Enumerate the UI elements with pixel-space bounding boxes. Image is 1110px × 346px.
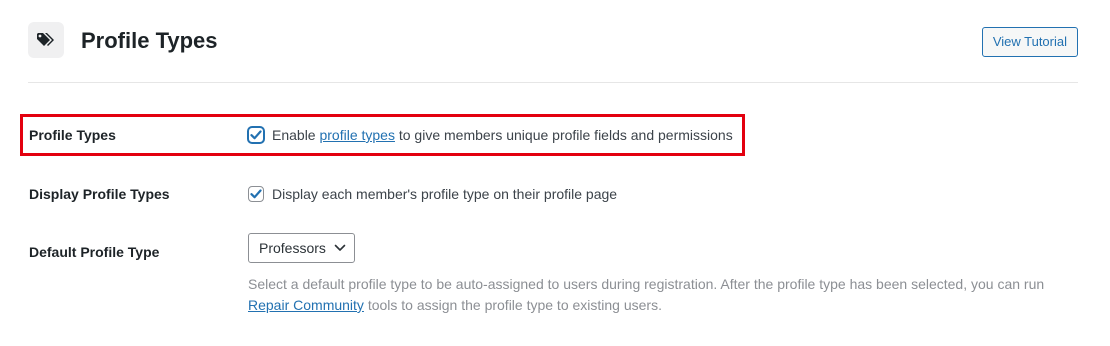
description-text-after: tools to assign the profile type to exis… xyxy=(363,297,662,313)
display-profile-types-text: Display each member's profile type on th… xyxy=(272,186,618,202)
select-value: Professors xyxy=(259,240,326,256)
display-profile-types-field: Display each member's profile type on th… xyxy=(248,184,617,204)
profile-types-text-after: to give members unique profile fields an… xyxy=(394,127,733,143)
display-profile-types-checkbox[interactable] xyxy=(248,186,264,202)
profile-types-label: Profile Types xyxy=(29,127,116,143)
repair-community-link[interactable]: Repair Community xyxy=(248,297,364,313)
description-text-before: Select a default profile type to be auto… xyxy=(248,276,1045,292)
view-tutorial-button[interactable]: View Tutorial xyxy=(981,27,1078,57)
default-profile-type-label: Default Profile Type xyxy=(29,244,160,260)
chevron-down-icon xyxy=(334,244,346,251)
default-profile-type-description: Select a default profile type to be auto… xyxy=(248,274,1068,316)
profile-types-text-before: Enable xyxy=(272,127,320,143)
header-divider xyxy=(28,82,1078,83)
default-profile-type-select[interactable]: Professors xyxy=(248,233,355,263)
display-profile-types-label: Display Profile Types xyxy=(29,186,170,202)
page-title: Profile Types xyxy=(81,28,218,53)
profile-types-link[interactable]: profile types xyxy=(319,125,394,145)
checkmark-icon xyxy=(250,130,262,140)
checkmark-icon xyxy=(250,189,262,199)
page-header: Profile Types View Tutorial xyxy=(28,22,1078,62)
tags-icon xyxy=(28,22,64,58)
enable-profile-types-checkbox[interactable] xyxy=(248,127,264,143)
profile-types-field: Enable profile types to give members uni… xyxy=(248,125,733,145)
